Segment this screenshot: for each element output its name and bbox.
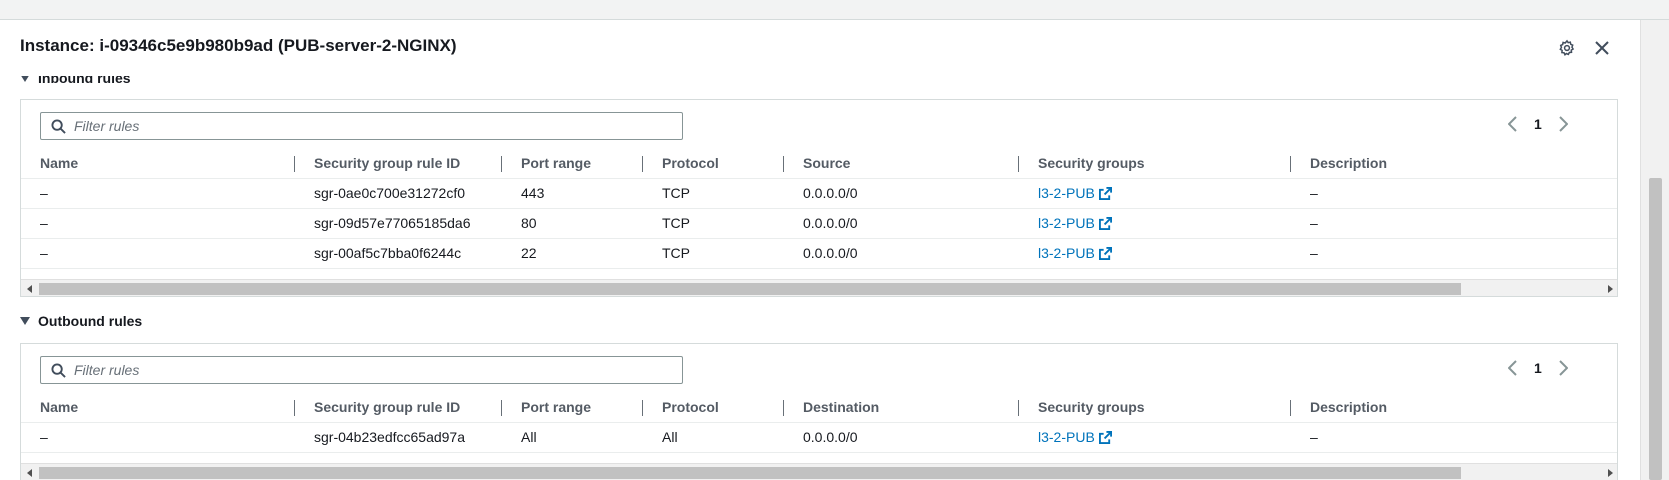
column-header-name[interactable]: Name	[21, 148, 295, 179]
chevron-left-icon	[1507, 360, 1517, 376]
security-group-link[interactable]: l3-2-PUB	[1038, 245, 1095, 261]
cell-protocol: TCP	[643, 178, 784, 209]
scroll-right-icon[interactable]	[1608, 285, 1613, 293]
outbound-rules-toggle[interactable]: Outbound rules	[20, 313, 142, 329]
cell-security-group: l3-2-PUB	[1019, 422, 1291, 453]
scroll-right-icon[interactable]	[1608, 469, 1613, 477]
column-header-protocol[interactable]: Protocol	[643, 148, 784, 179]
cell-rule-id: sgr-04b23edfcc65ad97a	[295, 422, 502, 453]
column-header-description[interactable]: Description	[1291, 148, 1617, 179]
column-header-security-groups[interactable]: Security groups	[1019, 392, 1291, 423]
page-number[interactable]: 1	[1534, 116, 1542, 132]
scroll-left-icon[interactable]	[27, 285, 32, 293]
external-link-icon[interactable]	[1098, 217, 1112, 230]
security-group-link[interactable]: l3-2-PUB	[1038, 185, 1095, 201]
cell-rule-id: sgr-0ae0c700e31272cf0	[295, 178, 502, 209]
column-header-port-range[interactable]: Port range	[502, 148, 643, 179]
column-header-destination[interactable]: Destination	[784, 392, 1019, 423]
outbound-rules-table: Name Security group rule ID Port range P…	[21, 392, 1617, 453]
cell-description: –	[1291, 422, 1617, 453]
column-header-rule-id[interactable]: Security group rule ID	[295, 392, 502, 423]
settings-button[interactable]	[1555, 36, 1579, 60]
page-number[interactable]: 1	[1534, 360, 1542, 376]
close-icon	[1595, 41, 1609, 55]
inbound-horizontal-scrollbar[interactable]	[21, 279, 1617, 296]
cell-description: –	[1291, 208, 1617, 239]
caret-down-icon	[20, 317, 30, 325]
cell-protocol: All	[643, 422, 784, 453]
inbound-filter[interactable]	[40, 112, 683, 140]
cell-port: 22	[502, 238, 643, 269]
column-header-protocol[interactable]: Protocol	[643, 392, 784, 423]
chevron-right-icon	[1559, 116, 1569, 132]
caret-down-icon	[20, 76, 30, 82]
column-header-source[interactable]: Source	[784, 148, 1019, 179]
cell-rule-id: sgr-00af5c7bba0f6244c	[295, 238, 502, 269]
next-page-button[interactable]	[1558, 114, 1570, 134]
security-group-link[interactable]: l3-2-PUB	[1038, 215, 1095, 231]
chevron-left-icon	[1507, 116, 1517, 132]
table-row: – sgr-09d57e77065185da6 80 TCP 0.0.0.0/0…	[21, 208, 1617, 239]
prev-page-button[interactable]	[1506, 358, 1518, 378]
gear-icon	[1559, 39, 1575, 56]
panel-title: Instance: i-09346c5e9b980b9ad (PUB-serve…	[20, 36, 457, 55]
cell-source: 0.0.0.0/0	[784, 238, 1019, 269]
cell-description: –	[1291, 178, 1617, 209]
inbound-pagination: 1	[1506, 114, 1570, 134]
cell-port: 443	[502, 178, 643, 209]
chevron-right-icon	[1559, 360, 1569, 376]
prev-page-button[interactable]	[1506, 114, 1518, 134]
column-header-port-range[interactable]: Port range	[502, 392, 643, 423]
top-strip	[0, 0, 1669, 20]
horizontal-scrollbar-thumb[interactable]	[39, 467, 1461, 479]
outbound-horizontal-scrollbar[interactable]	[21, 463, 1617, 480]
table-row: – sgr-04b23edfcc65ad97a All All 0.0.0.0/…	[21, 422, 1617, 453]
outbound-pagination: 1	[1506, 358, 1570, 378]
security-group-link[interactable]: l3-2-PUB	[1038, 429, 1095, 445]
inbound-rules-card: 1 Name Security group rule ID Port range…	[20, 99, 1618, 297]
external-link-icon[interactable]	[1098, 187, 1112, 200]
cell-port: All	[502, 422, 643, 453]
horizontal-scrollbar-thumb[interactable]	[39, 283, 1461, 295]
cell-source: 0.0.0.0/0	[784, 208, 1019, 239]
table-row: – sgr-0ae0c700e31272cf0 443 TCP 0.0.0.0/…	[21, 178, 1617, 209]
search-icon	[51, 118, 66, 134]
vertical-scrollbar[interactable]	[1640, 20, 1669, 480]
panel-header: Instance: i-09346c5e9b980b9ad (PUB-serve…	[0, 20, 1640, 74]
cell-destination: 0.0.0.0/0	[784, 422, 1019, 453]
outbound-rules-card: 1 Name Security group rule ID Port range…	[20, 343, 1618, 480]
column-header-rule-id[interactable]: Security group rule ID	[295, 148, 502, 179]
outbound-filter[interactable]	[40, 356, 683, 384]
cell-protocol: TCP	[643, 238, 784, 269]
cell-name: –	[21, 208, 295, 239]
cell-description: –	[1291, 238, 1617, 269]
cell-rule-id: sgr-09d57e77065185da6	[295, 208, 502, 239]
cell-name: –	[21, 422, 295, 453]
cell-security-group: l3-2-PUB	[1019, 208, 1291, 239]
cell-port: 80	[502, 208, 643, 239]
column-header-description[interactable]: Description	[1291, 392, 1617, 423]
next-page-button[interactable]	[1558, 358, 1570, 378]
external-link-icon[interactable]	[1098, 431, 1112, 444]
column-header-security-groups[interactable]: Security groups	[1019, 148, 1291, 179]
search-icon	[51, 362, 66, 378]
column-header-name[interactable]: Name	[21, 392, 295, 423]
cell-security-group: l3-2-PUB	[1019, 238, 1291, 269]
vertical-scrollbar-thumb[interactable]	[1649, 178, 1662, 480]
table-header-row: Name Security group rule ID Port range P…	[21, 148, 1617, 179]
cell-name: –	[21, 238, 295, 269]
inbound-filter-input[interactable]	[74, 118, 654, 134]
inbound-rules-table: Name Security group rule ID Port range P…	[21, 148, 1617, 269]
close-button[interactable]	[1590, 36, 1614, 60]
scroll-left-icon[interactable]	[27, 469, 32, 477]
table-header-row: Name Security group rule ID Port range P…	[21, 392, 1617, 423]
outbound-filter-input[interactable]	[74, 362, 654, 378]
outbound-rules-heading: Outbound rules	[38, 313, 143, 329]
cell-security-group: l3-2-PUB	[1019, 178, 1291, 209]
cell-name: –	[21, 178, 295, 209]
cell-source: 0.0.0.0/0	[784, 178, 1019, 209]
external-link-icon[interactable]	[1098, 247, 1112, 260]
cell-protocol: TCP	[643, 208, 784, 239]
table-row: – sgr-00af5c7bba0f6244c 22 TCP 0.0.0.0/0…	[21, 238, 1617, 269]
